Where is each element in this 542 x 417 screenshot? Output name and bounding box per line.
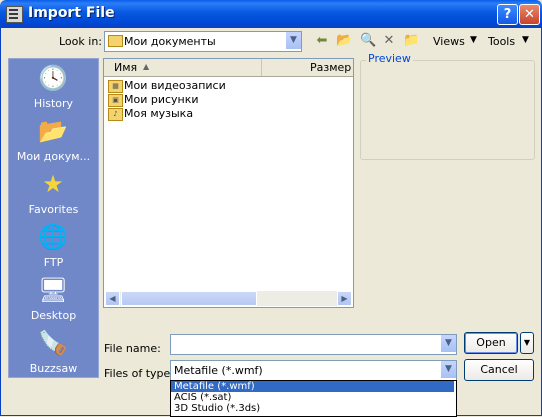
favorites-icon: ★ — [42, 170, 64, 198]
files-of-type-value: Metafile (*.wmf) — [174, 364, 263, 377]
chevron-down-icon[interactable]: ▼ — [440, 335, 456, 352]
column-size[interactable]: Размер — [310, 61, 351, 74]
look-in-combo[interactable]: Мои документы ▼ — [104, 31, 302, 52]
my-documents-icon: 📂 — [38, 117, 68, 145]
look-in-value: Мои документы — [124, 35, 216, 48]
scroll-thumb[interactable] — [121, 291, 257, 306]
column-name[interactable]: Имя — [114, 61, 137, 74]
desktop-icon: 🖥 — [38, 276, 69, 304]
open-button[interactable]: Open — [464, 332, 518, 354]
cancel-button[interactable]: Cancel — [464, 359, 534, 381]
file-name: Мои рисунки — [124, 93, 199, 106]
preview-pane — [360, 60, 535, 160]
place-my-documents[interactable]: 📂 Мои докум... — [9, 114, 98, 166]
place-favorites[interactable]: ★ Favorites — [9, 167, 98, 219]
delete-icon[interactable]: ✕ — [381, 33, 397, 49]
place-label: Мои докум... — [16, 150, 91, 163]
places-bar: 🕓 History 📂 Мои докум... ★ Favorites 🌐 F… — [8, 58, 99, 378]
buzzsaw-icon: 🪚 — [38, 329, 68, 357]
type-option[interactable]: 3D Studio (*.3ds) — [171, 403, 454, 414]
type-option[interactable]: Metafile (*.wmf) — [171, 381, 454, 392]
look-in-label: Look in: — [59, 35, 102, 48]
column-header: Имя ▲ Размер — [104, 59, 353, 77]
files-of-type-select[interactable]: Metafile (*.wmf) ▼ — [170, 360, 457, 381]
close-button[interactable]: ✕ — [519, 4, 540, 25]
file-name-label: File name: — [104, 342, 161, 355]
place-label: Favorites — [28, 203, 79, 216]
views-dropdown-icon[interactable]: ▼ — [470, 35, 477, 45]
title-bar[interactable]: Import File ? ✕ — [0, 0, 542, 28]
views-menu[interactable]: Views — [433, 35, 465, 48]
back-icon[interactable]: ⬅ — [314, 33, 330, 49]
chevron-down-icon[interactable]: ▼ — [440, 361, 456, 378]
music-folder-icon: ♪ — [108, 108, 123, 121]
pictures-folder-icon: ▣ — [108, 94, 123, 107]
place-history[interactable]: 🕓 History — [9, 61, 98, 113]
place-desktop[interactable]: 🖥 Desktop — [9, 273, 98, 325]
file-name-field[interactable]: ▼ — [170, 334, 457, 355]
place-buzzsaw[interactable]: 🪚 Buzzsaw — [9, 326, 98, 378]
scroll-right-icon[interactable]: ▶ — [337, 291, 352, 306]
tools-dropdown-icon[interactable]: ▼ — [522, 35, 529, 45]
place-label: History — [33, 97, 74, 110]
up-folder-icon[interactable]: 📂 — [336, 33, 352, 49]
app-icon — [6, 6, 23, 23]
preview-label: Preview — [366, 52, 413, 65]
file-type-dropdown-list[interactable]: Metafile (*.wmf) ACIS (*.sat) 3D Studio … — [170, 380, 457, 417]
ftp-icon: 🌐 — [38, 223, 68, 251]
window-title: Import File — [28, 5, 115, 21]
horizontal-scrollbar[interactable]: ◀ ▶ — [105, 291, 352, 306]
scroll-left-icon[interactable]: ◀ — [105, 291, 120, 306]
place-label: FTP — [43, 256, 64, 269]
video-folder-icon: ▦ — [108, 80, 123, 93]
file-list[interactable]: Имя ▲ Размер ▦ Мои видеозаписи ▣ Мои рис… — [103, 58, 354, 308]
place-label: Desktop — [30, 309, 77, 322]
place-label: Buzzsaw — [29, 362, 78, 375]
files-of-type-label: Files of type: — [104, 367, 175, 380]
sort-ascending-icon: ▲ — [143, 62, 150, 71]
column-separator[interactable] — [261, 59, 262, 76]
tools-menu[interactable]: Tools — [488, 35, 515, 48]
file-name: Моя музыка — [124, 107, 194, 120]
folder-icon — [108, 35, 123, 47]
place-ftp[interactable]: 🌐 FTP — [9, 220, 98, 272]
help-button[interactable]: ? — [497, 4, 518, 25]
open-options-dropdown-icon[interactable]: ▼ — [520, 332, 534, 354]
history-icon: 🕓 — [38, 64, 68, 92]
new-folder-icon[interactable]: 📁 — [403, 33, 419, 49]
chevron-down-icon[interactable]: ▼ — [285, 32, 301, 49]
file-name: Мои видеозаписи — [124, 79, 226, 92]
type-option[interactable]: ACIS (*.sat) — [171, 392, 454, 403]
search-web-icon[interactable]: 🔍 — [360, 33, 376, 49]
